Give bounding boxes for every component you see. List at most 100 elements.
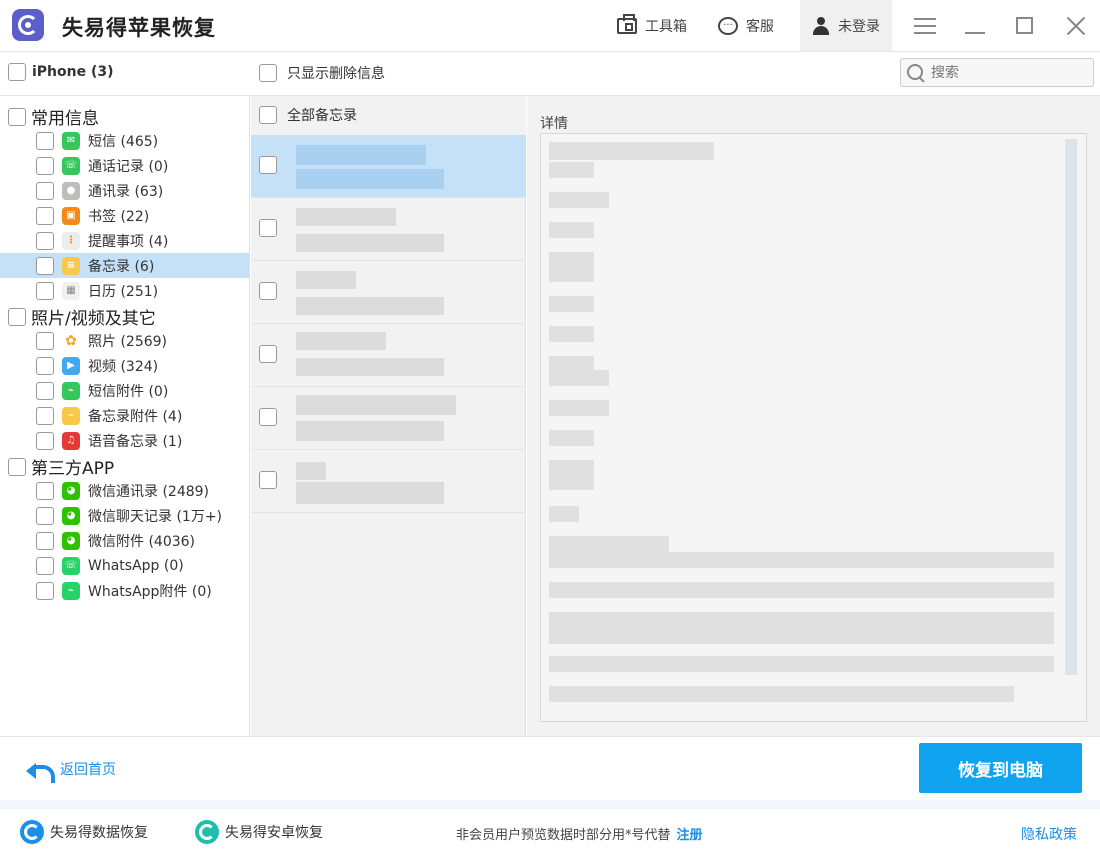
tree-item-bookmarks[interactable]: ▣ 书签 (22) [0,203,249,228]
notice-text: 非会员用户预览数据时部分用*号代替 [456,828,671,843]
only-deleted-toggle[interactable]: 只显示删除信息 [259,63,385,83]
list-item[interactable] [251,324,526,387]
item-checkbox[interactable] [36,356,54,375]
search-box[interactable] [900,58,1094,87]
tree-item-videos[interactable]: ▶ 视频 (324) [0,353,249,378]
redacted-text [549,536,669,552]
item-checkbox[interactable] [36,431,54,450]
detail-panel: 详情 [527,96,1100,736]
wechat-attachment-icon: ◕ [62,531,80,550]
redacted-text [549,686,1014,702]
item-label: 书签 (22) [88,208,150,225]
back-home-link[interactable]: 返回首页 [26,759,116,783]
item-checkbox[interactable] [36,406,54,425]
item-checkbox[interactable] [36,506,54,525]
item-checkbox[interactable] [36,256,54,275]
item-checkbox[interactable] [36,281,54,300]
item-checkbox[interactable] [36,131,54,150]
item-checkbox[interactable] [36,381,54,400]
tree-item-wechat-contacts[interactable]: ◕ 微信通讯录 (2489) [0,478,249,503]
data-recovery-link[interactable]: 失易得数据恢复 [20,820,148,844]
user-icon [812,16,830,35]
item-label: 备忘录附件 (4) [88,408,183,425]
category-checkbox[interactable] [8,457,26,476]
only-deleted-label: 只显示删除信息 [287,66,385,82]
recover-to-pc-button[interactable]: 恢复到电脑 [919,743,1082,793]
tree-item-wechat-attachments[interactable]: ◕ 微信附件 (4036) [0,528,249,553]
category-checkbox[interactable] [8,107,26,126]
toolbox-label: 工具箱 [645,18,687,35]
login-button[interactable]: 未登录 [800,0,892,51]
select-all-checkbox[interactable] [259,106,277,124]
register-link[interactable]: 注册 [677,828,703,843]
detail-scrollbar[interactable] [1065,139,1077,675]
note-checkbox[interactable] [259,282,277,300]
privacy-policy-link[interactable]: 隐私政策 [1021,824,1077,844]
tree-item-sms[interactable]: ✉ 短信 (465) [0,128,249,153]
list-item[interactable] [251,198,526,261]
footer-divider [0,800,1100,808]
tree-item-calendar[interactable]: ▦ 日历 (251) [0,278,249,303]
device-select-all[interactable]: iPhone (3) [8,63,114,81]
android-recovery-link[interactable]: 失易得安卓恢复 [195,820,323,844]
list-item[interactable] [251,387,526,450]
toolbox-icon [617,13,637,34]
redacted-text [549,296,594,312]
tree-item-calls[interactable]: ☏ 通话记录 (0) [0,153,249,178]
list-item[interactable] [251,135,526,198]
search-input[interactable] [931,64,1081,81]
item-checkbox[interactable] [36,331,54,350]
tree-item-whatsapp-attachments[interactable]: ⌁ WhatsApp附件 (0) [0,578,249,603]
redacted-text [549,552,1054,568]
close-icon[interactable] [1062,12,1090,40]
note-checkbox[interactable] [259,219,277,237]
device-label: iPhone (3) [32,64,114,80]
tree-item-notes-attachments[interactable]: ⌁ 备忘录附件 (4) [0,403,249,428]
tree-item-reminders[interactable]: ⋮ 提醒事项 (4) [0,228,249,253]
list-item[interactable] [251,450,526,513]
tree-item-sms-attachments[interactable]: ⌁ 短信附件 (0) [0,378,249,403]
toolbox-button[interactable]: 工具箱 [617,0,687,51]
note-checkbox[interactable] [259,408,277,426]
wechat-contacts-icon: ◕ [62,481,80,500]
item-label: WhatsApp附件 (0) [88,583,212,600]
only-deleted-checkbox[interactable] [259,64,277,82]
menu-icon[interactable] [911,12,939,40]
item-checkbox[interactable] [36,531,54,550]
redacted-text [549,612,1054,628]
item-checkbox[interactable] [36,206,54,225]
customer-service-button[interactable]: ··· 客服 [718,0,774,51]
item-checkbox[interactable] [36,231,54,250]
minimize-icon[interactable] [961,12,989,40]
tree-item-contacts[interactable]: ● 通讯录 (63) [0,178,249,203]
device-checkbox[interactable] [8,63,26,81]
tree-item-voice-memos[interactable]: ♫ 语音备忘录 (1) [0,428,249,453]
title-bar: 失易得苹果恢复 工具箱 ··· 客服 未登录 [0,0,1100,52]
item-checkbox[interactable] [36,156,54,175]
note-checkbox[interactable] [259,345,277,363]
footer: 失易得数据恢复 失易得安卓恢复 非会员用户预览数据时部分用*号代替 注册 隐私政策 [0,808,1100,850]
tree-item-notes[interactable]: ≡ 备忘录 (6) [0,253,249,278]
redacted-text [549,400,609,416]
category-media[interactable]: 照片/视频及其它 [8,304,156,329]
item-checkbox[interactable] [36,181,54,200]
note-checkbox[interactable] [259,156,277,174]
tree-item-wechat-chats[interactable]: ◕ 微信聊天记录 (1万+) [0,503,249,528]
list-item[interactable] [251,261,526,324]
item-checkbox[interactable] [36,581,54,600]
redacted-text [549,192,609,208]
redacted-text [296,271,356,289]
redacted-text [296,297,444,315]
item-checkbox[interactable] [36,556,54,575]
note-checkbox[interactable] [259,471,277,489]
select-all-notes[interactable]: 全部备忘录 [251,96,526,134]
category-common[interactable]: 常用信息 [8,104,99,129]
category-checkbox[interactable] [8,307,26,326]
item-checkbox[interactable] [36,481,54,500]
maximize-icon[interactable] [1010,12,1038,40]
tree-item-whatsapp[interactable]: ☏ WhatsApp (0) [0,553,249,578]
tree-item-photos[interactable]: ✿ 照片 (2569) [0,328,249,353]
app-logo-icon [12,9,44,41]
notes-icon: ≡ [62,256,80,275]
category-third-party[interactable]: 第三方APP [8,454,114,479]
